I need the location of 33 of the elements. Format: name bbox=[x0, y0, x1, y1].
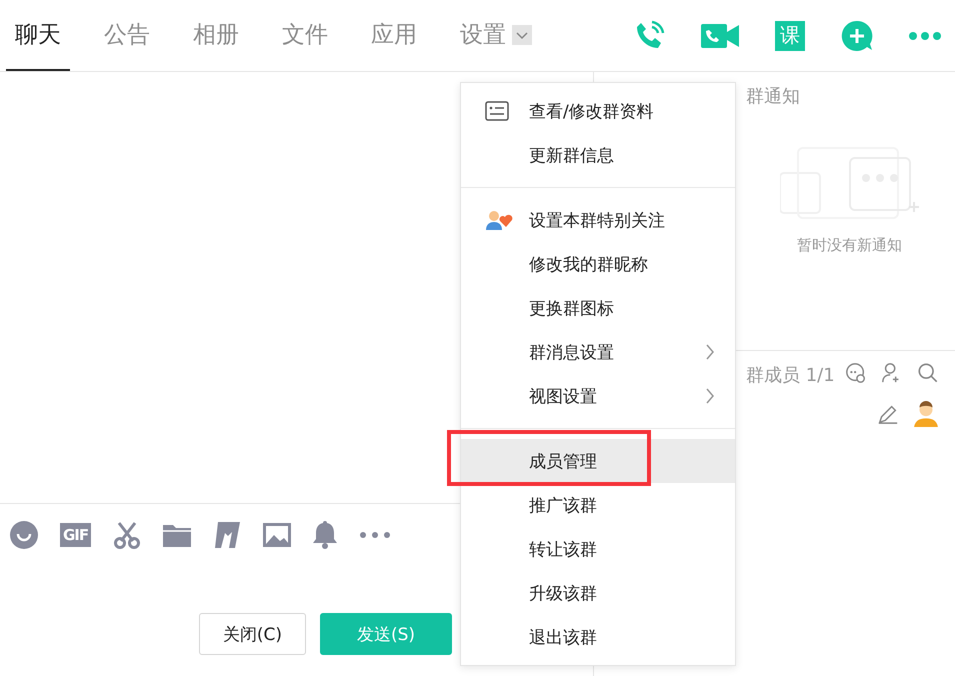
menu-item[interactable]: 转让该群 bbox=[461, 527, 735, 571]
more-icon[interactable] bbox=[359, 531, 392, 539]
menu-item[interactable]: 设置本群特别关注 bbox=[461, 198, 735, 242]
menu-item[interactable]: 成员管理 bbox=[461, 439, 735, 483]
notice-title: 群通知 bbox=[745, 85, 800, 108]
menu-item[interactable]: 退出该群 bbox=[461, 615, 735, 659]
profile-card-icon bbox=[485, 101, 509, 121]
menu-item[interactable]: 更换群图标 bbox=[461, 286, 735, 330]
scissors-icon[interactable] bbox=[113, 521, 142, 549]
chat-settings-icon[interactable] bbox=[845, 362, 867, 384]
menu-item[interactable]: 修改我的群昵称 bbox=[461, 242, 735, 286]
shake-icon[interactable] bbox=[213, 522, 242, 548]
bell-icon[interactable] bbox=[313, 521, 338, 549]
menu-item[interactable]: 视图设置 bbox=[461, 374, 735, 418]
add-icon[interactable] bbox=[841, 20, 873, 52]
video-call-icon[interactable] bbox=[701, 22, 739, 50]
close-button[interactable]: 关闭(C) bbox=[199, 613, 306, 655]
menu-item[interactable]: 升级该群 bbox=[461, 571, 735, 615]
folder-icon[interactable] bbox=[163, 523, 192, 547]
person-icon[interactable] bbox=[913, 401, 939, 427]
members-title: 群成员 1/1 bbox=[745, 364, 835, 387]
more-icon[interactable] bbox=[909, 30, 941, 40]
edit-icon[interactable] bbox=[877, 403, 899, 425]
tab[interactable]: 聊天 bbox=[6, 0, 70, 71]
emoji-icon[interactable] bbox=[10, 521, 38, 549]
menu-item[interactable]: 推广该群 bbox=[461, 483, 735, 527]
empty-notice-text: 暂时没有新通知 bbox=[797, 236, 902, 255]
image-icon[interactable] bbox=[263, 523, 292, 547]
search-icon[interactable] bbox=[917, 362, 939, 384]
menu-item[interactable]: 查看/修改群资料 bbox=[461, 89, 735, 133]
special-care-icon bbox=[485, 209, 515, 231]
menu-item[interactable]: 群消息设置 bbox=[461, 330, 735, 374]
menu-item[interactable]: 更新群信息 bbox=[461, 133, 735, 177]
